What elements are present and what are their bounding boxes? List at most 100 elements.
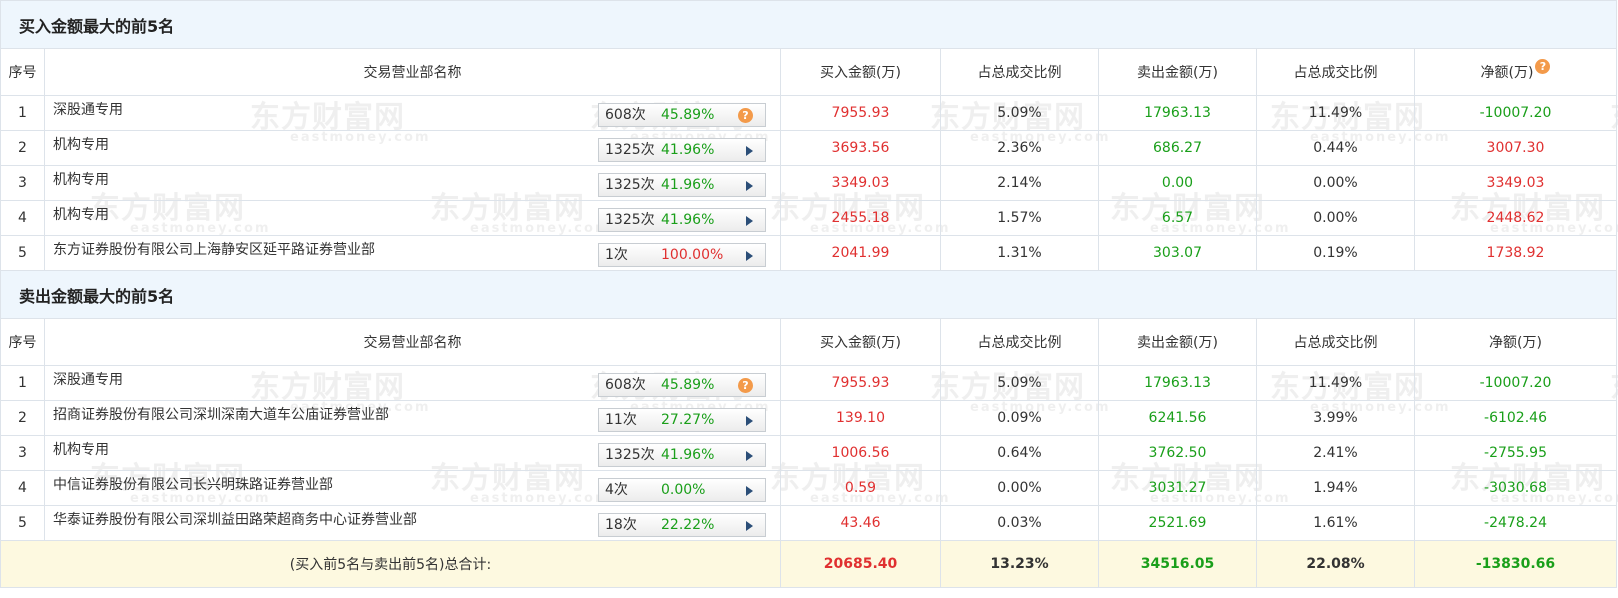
buy-table-header: 序号 交易营业部名称 买入金额(万) 占总成交比例 卖出金额(万) 占总成交比例… [0, 48, 1618, 96]
buy-ratio: 0.64% [940, 435, 1099, 471]
broker-name[interactable]: 深股通专用 [53, 369, 123, 389]
listing-count: 1325次 [605, 447, 655, 463]
header-sell-ratio: 占总成交比例 [1256, 318, 1415, 366]
buy-amount: 3693.56 [780, 130, 941, 166]
row-rank: 3 [0, 165, 45, 201]
broker-history-button[interactable]: 1325次 41.96% [598, 138, 766, 162]
buy-ratio: 5.09% [940, 95, 1099, 131]
broker-history-button[interactable]: 1次 100.00% [598, 243, 766, 267]
broker-name[interactable]: 招商证券股份有限公司深圳深南大道车公庙证券营业部 [53, 404, 389, 424]
sell-ratio: 0.00% [1256, 165, 1415, 201]
play-arrow-icon[interactable] [746, 486, 753, 496]
listing-count: 4次 [605, 482, 628, 498]
listing-rate: 27.27% [661, 412, 715, 428]
buy-amount: 2041.99 [780, 235, 941, 271]
net-amount: -6102.46 [1413, 400, 1618, 436]
sell-table-header: 序号 交易营业部名称 买入金额(万) 占总成交比例 卖出金额(万) 占总成交比例… [0, 318, 1618, 366]
listing-rate: 41.96% [661, 177, 715, 193]
net-amount: -3030.68 [1413, 470, 1618, 506]
help-icon[interactable]: ? [738, 378, 753, 393]
sell-ratio: 0.00% [1256, 200, 1415, 236]
row-broker: 机构专用 1325次 41.96% [44, 435, 781, 471]
broker-name[interactable]: 机构专用 [53, 134, 109, 154]
buy-amount: 7955.93 [780, 365, 941, 401]
total-sell: 34516.05 [1098, 540, 1257, 588]
header-buy: 买入金额(万) [780, 48, 941, 96]
buy-amount: 1006.56 [780, 435, 941, 471]
buy-ratio: 2.14% [940, 165, 1099, 201]
play-arrow-icon[interactable] [746, 251, 753, 261]
broker-name[interactable]: 深股通专用 [53, 99, 123, 119]
table-row: 3 机构专用 1325次 41.96% 3349.03 2.14% 0.00 0.00% 334… [0, 165, 1618, 201]
play-arrow-icon[interactable] [746, 216, 753, 226]
header-sell-ratio: 占总成交比例 [1256, 48, 1415, 96]
play-arrow-icon[interactable] [746, 451, 753, 461]
broker-history-button[interactable]: 608次 45.89%? [598, 103, 766, 127]
header-buy-ratio: 占总成交比例 [940, 318, 1099, 366]
listing-count: 1325次 [605, 142, 655, 158]
header-sell: 卖出金额(万) [1098, 48, 1257, 96]
page: 东方财富网 eastmoney.com 东方财富网 eastmoney.com 东方财富… [0, 0, 1618, 598]
broker-name[interactable]: 东方证券股份有限公司上海静安区延平路证券营业部 [53, 239, 375, 259]
buy-amount: 139.10 [780, 400, 941, 436]
total-net: -13830.66 [1413, 540, 1618, 588]
listing-count: 608次 [605, 107, 646, 123]
sell-amount: 0.00 [1098, 165, 1257, 201]
broker-name[interactable]: 中信证券股份有限公司长兴明珠路证券营业部 [53, 474, 333, 494]
sell-section-title: 卖出金额最大的前5名 [0, 270, 1618, 319]
listing-rate: 22.22% [661, 517, 715, 533]
play-arrow-icon[interactable] [746, 146, 753, 156]
broker-name[interactable]: 机构专用 [53, 439, 109, 459]
help-icon[interactable]: ? [1535, 59, 1551, 74]
row-rank: 4 [0, 200, 45, 236]
broker-history-button[interactable]: 11次 27.27% [598, 408, 766, 432]
broker-history-button[interactable]: 18次 22.22% [598, 513, 766, 537]
play-arrow-icon[interactable] [746, 521, 753, 531]
net-amount: -2478.24 [1413, 505, 1618, 541]
row-broker: 机构专用 1325次 41.96% [44, 130, 781, 166]
total-buy: 20685.40 [780, 540, 941, 588]
buy-ratio: 1.57% [940, 200, 1099, 236]
broker-name[interactable]: 机构专用 [53, 169, 109, 189]
broker-name[interactable]: 机构专用 [53, 204, 109, 224]
broker-history-button[interactable]: 1325次 41.96% [598, 443, 766, 467]
help-icon[interactable]: ? [738, 108, 753, 123]
header-sell: 卖出金额(万) [1098, 318, 1257, 366]
row-rank: 4 [0, 470, 45, 506]
broker-name[interactable]: 华泰证券股份有限公司深圳益田路荣超商务中心证券营业部 [53, 509, 417, 529]
row-broker: 华泰证券股份有限公司深圳益田路荣超商务中心证券营业部 18次 22.22% [44, 505, 781, 541]
net-amount: 1738.92 [1413, 235, 1618, 271]
sell-ratio: 2.41% [1256, 435, 1415, 471]
total-buy-ratio: 13.23% [940, 540, 1099, 588]
sell-amount: 17963.13 [1098, 95, 1257, 131]
play-arrow-icon[interactable] [746, 416, 753, 426]
table-row: 1 深股通专用 608次 45.89%? 7955.93 5.09% 17963.13 11.… [0, 365, 1618, 401]
buy-ratio: 5.09% [940, 365, 1099, 401]
net-amount: -2755.95 [1413, 435, 1618, 471]
broker-history-button[interactable]: 4次 0.00% [598, 478, 766, 502]
table-row: 4 中信证券股份有限公司长兴明珠路证券营业部 4次 0.00% 0.59 0.00% 303… [0, 470, 1618, 506]
sell-amount: 6241.56 [1098, 400, 1257, 436]
sell-amount: 3762.50 [1098, 435, 1257, 471]
buy-section-header: 买入金额最大的前5名 [0, 0, 1618, 49]
listing-rate: 41.96% [661, 212, 715, 228]
row-broker: 机构专用 1325次 41.96% [44, 165, 781, 201]
broker-history-button[interactable]: 608次 45.89%? [598, 373, 766, 397]
sell-amount: 6.57 [1098, 200, 1257, 236]
total-row: (买入前5名与卖出前5名)总合计: 20685.40 13.23% 34516.… [0, 540, 1618, 588]
play-arrow-icon[interactable] [746, 181, 753, 191]
row-rank: 1 [0, 95, 45, 131]
buy-section-title: 买入金额最大的前5名 [0, 0, 1618, 49]
row-broker: 招商证券股份有限公司深圳深南大道车公庙证券营业部 11次 27.27% [44, 400, 781, 436]
row-rank: 3 [0, 435, 45, 471]
net-amount: 3007.30 [1413, 130, 1618, 166]
listing-count: 608次 [605, 377, 646, 393]
listing-count: 1325次 [605, 212, 655, 228]
table-row: 2 机构专用 1325次 41.96% 3693.56 2.36% 686.27 0.44% 3… [0, 130, 1618, 166]
listing-rate: 45.89% [661, 377, 715, 393]
table-row: 2 招商证券股份有限公司深圳深南大道车公庙证券营业部 11次 27.27% 139.10… [0, 400, 1618, 436]
table-row: 3 机构专用 1325次 41.96% 1006.56 0.64% 3762.50 2.41%… [0, 435, 1618, 471]
header-net-label: 净额(万) [1480, 65, 1534, 81]
broker-history-button[interactable]: 1325次 41.96% [598, 173, 766, 197]
broker-history-button[interactable]: 1325次 41.96% [598, 208, 766, 232]
